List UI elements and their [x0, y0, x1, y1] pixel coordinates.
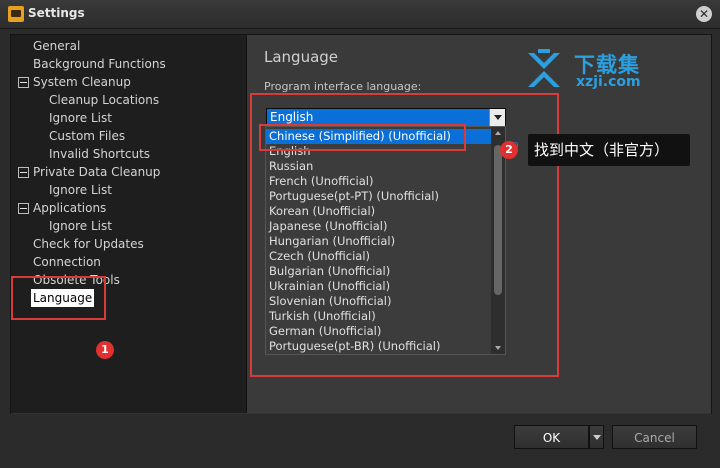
language-dropdown-list[interactable]: Chinese (Simplified) (Unofficial) English…: [265, 126, 506, 355]
cancel-button[interactable]: Cancel: [612, 425, 697, 449]
window-title: Settings: [28, 6, 85, 20]
title-bar: Settings ✕: [0, 0, 720, 29]
language-select[interactable]: English: [266, 108, 506, 127]
annotation-badge-2: 2: [500, 141, 518, 159]
app-icon: [8, 6, 24, 22]
sidebar-item[interactable]: Private Data Cleanup: [33, 163, 160, 181]
sidebar-item[interactable]: Invalid Shortcuts: [49, 145, 150, 163]
language-option[interactable]: French (Unofficial): [266, 174, 491, 189]
sidebar-item[interactable]: Background Functions: [33, 55, 166, 73]
sidebar-item[interactable]: Applications: [33, 199, 106, 217]
language-option[interactable]: Ukrainian (Unofficial): [266, 279, 491, 294]
language-option[interactable]: Chinese (Simplified) (Unofficial): [266, 129, 491, 144]
annotation-callout: 找到中文（非官方）: [528, 134, 690, 166]
language-option[interactable]: Bulgarian (Unofficial): [266, 264, 491, 279]
dropdown-scrollbar[interactable]: [491, 127, 505, 354]
chevron-down-icon[interactable]: [489, 109, 505, 126]
language-option[interactable]: Russian: [266, 159, 491, 174]
language-option[interactable]: Portuguese(pt-BR) (Unofficial): [266, 339, 491, 354]
sidebar-item[interactable]: Ignore List: [49, 109, 112, 127]
site-watermark: 下载集 xzji.com: [524, 49, 684, 95]
ok-button[interactable]: OK: [514, 425, 589, 449]
language-option[interactable]: Korean (Unofficial): [266, 204, 491, 219]
language-option[interactable]: Slovenian (Unofficial): [266, 294, 491, 309]
sidebar-item[interactable]: System Cleanup: [33, 73, 131, 91]
language-option[interactable]: Portuguese(pt-PT) (Unofficial): [266, 189, 491, 204]
language-option[interactable]: Hungarian (Unofficial): [266, 234, 491, 249]
sidebar-item[interactable]: Ignore List: [49, 181, 112, 199]
language-field-label: Program interface language:: [264, 80, 422, 93]
sidebar-item[interactable]: Check for Updates: [33, 235, 144, 253]
sidebar-item[interactable]: Connection: [33, 253, 101, 271]
tree-expander-icon[interactable]: [18, 77, 29, 88]
section-title: Language: [264, 48, 339, 66]
language-option[interactable]: Turkish (Unofficial): [266, 309, 491, 324]
annotation-badge-1: 1: [96, 341, 114, 359]
sidebar-item[interactable]: Cleanup Locations: [49, 91, 159, 109]
scroll-down-icon[interactable]: [491, 342, 505, 354]
sidebar-item[interactable]: Ignore List: [49, 217, 112, 235]
sidebar-item[interactable]: Obsolete Tools: [33, 271, 120, 289]
tree-expander-icon[interactable]: [18, 203, 29, 214]
language-option[interactable]: German (Unofficial): [266, 324, 491, 339]
scroll-thumb[interactable]: [494, 145, 502, 295]
settings-tree: General Background Functions System Cleanu…: [11, 35, 247, 413]
close-button[interactable]: ✕: [696, 6, 712, 22]
language-option[interactable]: Czech (Unofficial): [266, 249, 491, 264]
scroll-up-icon[interactable]: [491, 127, 505, 139]
sidebar-item[interactable]: Language: [31, 289, 95, 307]
language-option[interactable]: English: [266, 144, 491, 159]
language-select-value: English: [270, 110, 314, 124]
tree-expander-icon[interactable]: [18, 167, 29, 178]
watermark-logo-icon: [528, 49, 560, 87]
watermark-url: xzji.com: [576, 74, 641, 90]
sidebar-item[interactable]: Custom Files: [49, 127, 125, 145]
ok-dropdown-button[interactable]: [589, 425, 604, 449]
sidebar-item[interactable]: General: [33, 37, 80, 55]
language-option[interactable]: Japanese (Unofficial): [266, 219, 491, 234]
